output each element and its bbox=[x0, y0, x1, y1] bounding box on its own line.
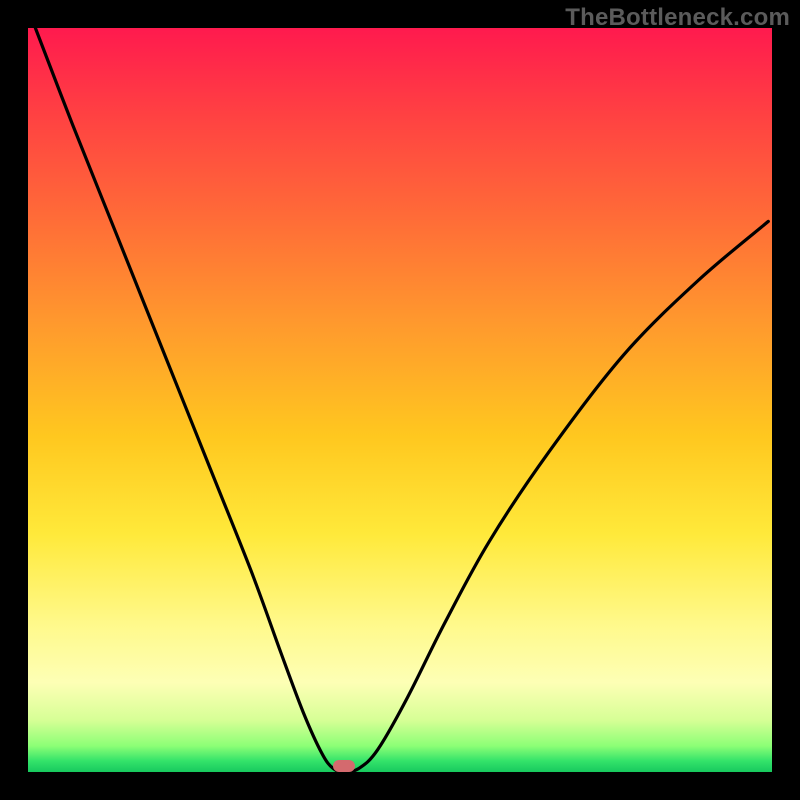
chart-frame: TheBottleneck.com bbox=[0, 0, 800, 800]
bottleneck-curve bbox=[28, 28, 772, 772]
curve-path bbox=[35, 28, 768, 772]
optimum-marker bbox=[333, 760, 355, 772]
plot-area bbox=[28, 28, 772, 772]
